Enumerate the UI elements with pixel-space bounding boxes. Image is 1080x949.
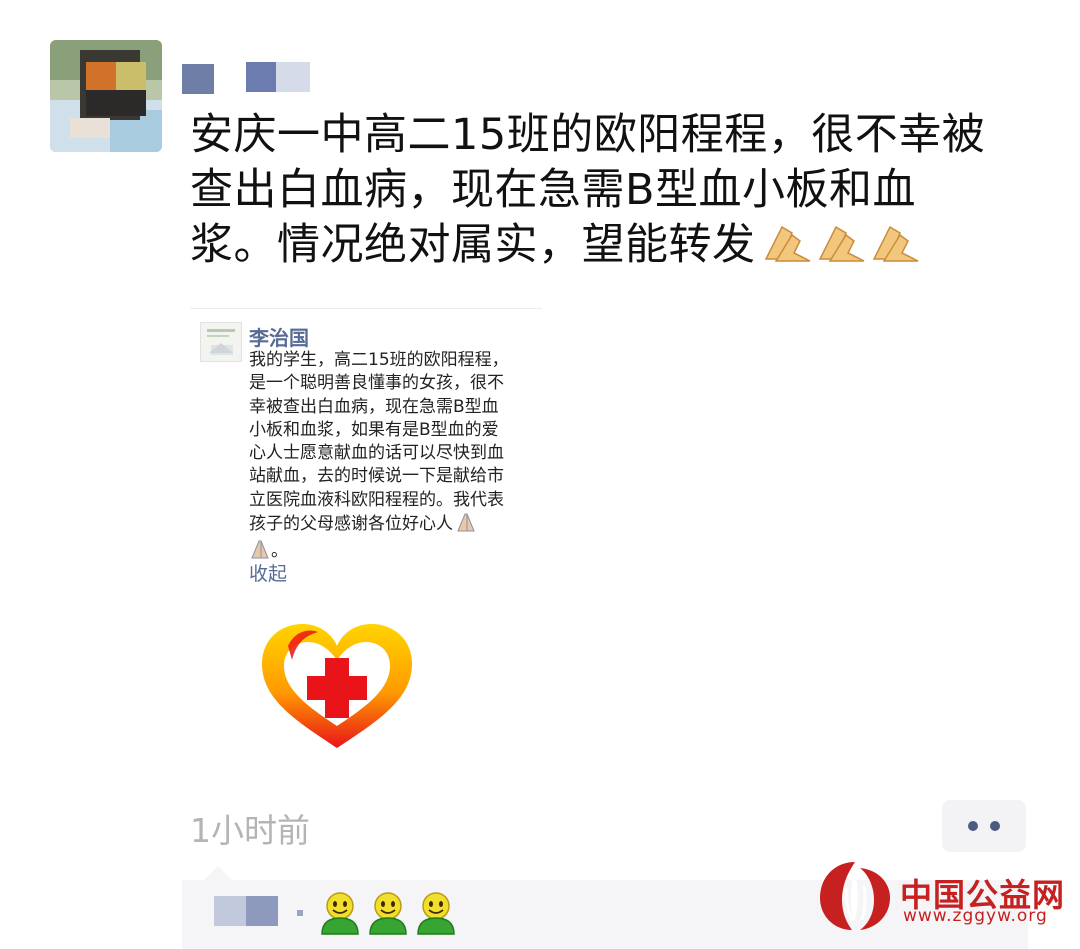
collapse-link[interactable]: 收起 bbox=[249, 559, 287, 586]
commenter-name-pixelated[interactable] bbox=[214, 896, 246, 926]
post-text-line: 浆。情况绝对属实，望能转发 bbox=[190, 218, 1030, 279]
shared-post-line: 心人士愿意献血的话可以尽快到血 bbox=[249, 443, 504, 464]
comment-area-caret bbox=[204, 866, 232, 880]
shared-post-line: 小板和血浆，如果有是B型血的爱 bbox=[249, 419, 499, 440]
post-timestamp: 1小时前 bbox=[190, 811, 310, 850]
smiling-person-icon bbox=[366, 890, 410, 940]
shared-post-line: 站献血，去的时候说一下是献给市 bbox=[249, 466, 504, 487]
shared-post-line: 立医院血液科欧阳程程的。我代表 bbox=[249, 489, 504, 510]
more-dot-icon bbox=[990, 821, 1000, 831]
commenter-name-pixelated bbox=[246, 896, 278, 926]
shared-post-line: 幸被查出白血病，现在急需B型血 bbox=[249, 396, 499, 417]
nickname-pixelated bbox=[246, 62, 276, 92]
post-text-line-content: 浆。情况绝对属实，望能转发 bbox=[190, 220, 756, 270]
shared-post-line: 孩子的父母感谢各位好心人 bbox=[249, 512, 539, 539]
nickname-pixelated[interactable] bbox=[182, 64, 214, 94]
shared-post-line: 是一个聪明善良懂事的女孩，很不 bbox=[249, 373, 504, 394]
watermark-logo-icon bbox=[816, 858, 894, 934]
nickname-pixelated bbox=[276, 62, 310, 92]
shared-post-line: 我的学生，高二15班的欧阳程程， bbox=[249, 350, 509, 370]
more-dot-icon bbox=[968, 821, 978, 831]
avatar[interactable] bbox=[50, 40, 162, 152]
shared-author-avatar[interactable] bbox=[200, 322, 242, 362]
shared-author-name[interactable]: 李治国 bbox=[249, 322, 309, 351]
more-actions-button[interactable] bbox=[942, 800, 1026, 852]
watermark-url: www.zggyw.org bbox=[903, 906, 1048, 926]
post-text-line: 安庆一中高二15班的欧阳程程，很不幸被 bbox=[190, 110, 986, 160]
folded-hands-icon bbox=[455, 512, 477, 539]
shared-post-line: 。 bbox=[249, 539, 539, 566]
post-text-line: 查出白血病，现在急需B型血小板和血 bbox=[190, 165, 916, 215]
folded-hands-icon bbox=[762, 219, 922, 279]
separator-dot bbox=[297, 910, 303, 916]
smiling-person-icon bbox=[318, 890, 362, 940]
shared-post-body: 我的学生，高二15班的欧阳程程， 是一个聪明善良懂事的女孩，很不 幸被查出白血病… bbox=[249, 349, 539, 567]
shared-post-line-content: 孩子的父母感谢各位好心人 bbox=[249, 514, 453, 535]
post-text: 安庆一中高二15班的欧阳程程，很不幸被 查出白血病，现在急需B型血小板和血 浆。… bbox=[190, 108, 1030, 279]
smiling-person-icon bbox=[414, 890, 458, 940]
red-cross-heart-image[interactable] bbox=[258, 622, 416, 750]
card-divider bbox=[190, 308, 542, 309]
